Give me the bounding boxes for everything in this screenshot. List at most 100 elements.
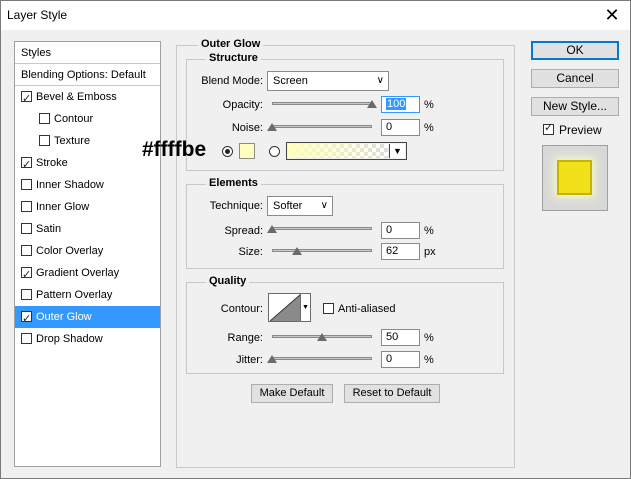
blending-options-item[interactable]: Blending Options: Default [15, 64, 160, 86]
sidebar-item-outer-glow[interactable]: Outer Glow [15, 306, 160, 330]
jitter-value: 0 [386, 353, 393, 365]
range-value: 50 [386, 331, 399, 343]
ok-button[interactable]: OK [531, 41, 619, 60]
window-title: Layer Style [7, 8, 68, 22]
new-style-button[interactable]: New Style... [531, 97, 619, 116]
make-default-button[interactable]: Make Default [251, 384, 333, 403]
gradient-radio[interactable] [269, 146, 280, 157]
anti-aliased-label: Anti-aliased [338, 303, 396, 315]
sidebar-checkbox[interactable] [39, 135, 50, 146]
noise-slider-thumb[interactable] [267, 123, 277, 131]
spread-slider-thumb[interactable] [267, 225, 277, 233]
size-label: Size: [238, 246, 263, 258]
sidebar-item-label: Color Overlay [36, 245, 104, 257]
styles-header[interactable]: Styles [15, 42, 160, 64]
sidebar-item-satin[interactable]: Satin [15, 218, 160, 240]
noise-input[interactable]: 0 [381, 119, 420, 136]
sidebar-item-label: Drop Shadow [36, 333, 103, 345]
contour-picker[interactable]: ▼ [268, 293, 311, 322]
sidebar-checkbox[interactable] [21, 223, 32, 234]
opacity-slider-thumb[interactable] [367, 100, 377, 108]
sidebar-item-label: Pattern Overlay [36, 289, 113, 301]
sidebar-item-label: Satin [36, 223, 62, 235]
contour-label: Contour: [220, 303, 263, 315]
technique-label: Technique: [209, 200, 263, 212]
sidebar-checkbox[interactable] [21, 264, 32, 286]
reset-to-default-button[interactable]: Reset to Default [344, 384, 440, 403]
size-slider-thumb[interactable] [292, 247, 302, 255]
sidebar-item-bevel-emboss[interactable]: Bevel & Emboss [15, 86, 160, 110]
jitter-slider[interactable] [272, 357, 372, 360]
sidebar-checkbox[interactable] [21, 333, 32, 344]
noise-value: 0 [386, 121, 393, 133]
styles-header-label: Styles [21, 47, 51, 59]
sidebar-checkbox[interactable] [21, 289, 32, 300]
sidebar-item-contour[interactable]: Contour [15, 108, 160, 130]
sidebar-item-label: Contour [54, 113, 94, 125]
noise-label: Noise: [231, 122, 263, 134]
jitter-input[interactable]: 0 [381, 351, 420, 368]
sidebar-checkbox[interactable] [21, 88, 32, 110]
sidebar-item-label: Inner Shadow [36, 179, 104, 191]
sidebar-item-label: Inner Glow [36, 201, 90, 213]
size-slider[interactable] [272, 249, 372, 252]
noise-unit: % [424, 122, 434, 134]
sidebar-checkbox[interactable] [21, 245, 32, 256]
sidebar-item-label: Stroke [36, 157, 68, 169]
structure-title: Structure [206, 52, 261, 64]
cancel-button[interactable]: Cancel [531, 69, 619, 88]
sidebar-item-texture[interactable]: Texture [15, 130, 160, 152]
sidebar-item-stroke[interactable]: Stroke [15, 152, 160, 176]
opacity-input[interactable]: 100 [381, 96, 420, 113]
technique-select[interactable]: Softer ∨ [267, 196, 333, 216]
range-input[interactable]: 50 [381, 329, 420, 346]
blend-mode-value: Screen [273, 75, 308, 87]
sidebar-item-label: Gradient Overlay [36, 267, 120, 279]
sidebar-item-color-overlay[interactable]: Color Overlay [15, 240, 160, 262]
contour-dropdown-icon[interactable]: ▼ [300, 294, 310, 321]
preview-label: Preview [559, 123, 602, 137]
opacity-slider[interactable] [272, 102, 372, 105]
range-slider-thumb[interactable] [317, 333, 327, 341]
gradient-dropdown-icon[interactable]: ▼ [389, 144, 405, 158]
gradient-picker[interactable]: ▼ [286, 142, 407, 160]
gradient-preview [288, 144, 388, 158]
size-value: 62 [386, 245, 399, 257]
sidebar-item-inner-shadow[interactable]: Inner Shadow [15, 174, 160, 196]
sidebar-checkbox[interactable] [39, 113, 50, 124]
sidebar-checkbox[interactable] [21, 154, 32, 176]
quality-title: Quality [206, 275, 250, 287]
blend-mode-label: Blend Mode: [201, 75, 263, 87]
preview-checkbox[interactable] [543, 121, 554, 135]
sidebar-item-label: Outer Glow [36, 311, 92, 323]
contour-curve-icon [270, 294, 301, 321]
sidebar-item-drop-shadow[interactable]: Drop Shadow [15, 328, 160, 350]
color-radio[interactable] [222, 146, 233, 157]
close-icon[interactable]: ✕ [602, 5, 622, 25]
spread-value: 0 [386, 224, 393, 236]
jitter-slider-thumb[interactable] [267, 355, 277, 363]
size-input[interactable]: 62 [381, 243, 420, 260]
blend-mode-select[interactable]: Screen ∨ [267, 71, 389, 91]
sidebar-item-inner-glow[interactable]: Inner Glow [15, 196, 160, 218]
sidebar-item-gradient-overlay[interactable]: Gradient Overlay [15, 262, 160, 286]
spread-slider[interactable] [272, 227, 372, 230]
spread-input[interactable]: 0 [381, 222, 420, 239]
sidebar-checkbox[interactable] [21, 201, 32, 212]
elements-title: Elements [206, 177, 261, 189]
outer-glow-title: Outer Glow [198, 38, 264, 50]
jitter-label: Jitter: [236, 354, 263, 366]
size-unit: px [424, 246, 436, 258]
style-preview [542, 145, 608, 211]
sidebar-checkbox[interactable] [21, 308, 32, 330]
sidebar-item-pattern-overlay[interactable]: Pattern Overlay [15, 284, 160, 306]
color-hex-label: #ffffbe [142, 138, 207, 161]
glow-color-swatch[interactable] [239, 143, 255, 159]
spread-unit: % [424, 225, 434, 237]
spread-label: Spread: [224, 225, 263, 237]
technique-value: Softer [273, 200, 303, 212]
noise-slider[interactable] [272, 125, 372, 128]
sidebar-checkbox[interactable] [21, 179, 32, 190]
anti-aliased-checkbox[interactable] [323, 303, 334, 314]
range-unit: % [424, 332, 434, 344]
